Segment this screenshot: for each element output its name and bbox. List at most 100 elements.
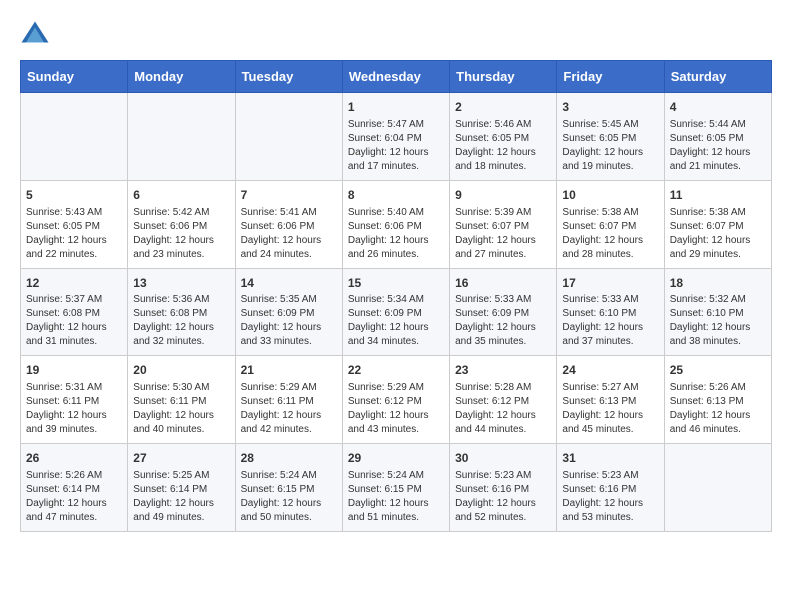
weekday-header-saturday: Saturday — [664, 61, 771, 93]
day-number: 1 — [348, 99, 444, 116]
calendar-cell: 30 Sunrise: 5:23 AM Sunset: 6:16 PM Dayli… — [450, 444, 557, 532]
day-number: 14 — [241, 275, 337, 292]
day-info: Sunrise: 5:45 AM Sunset: 6:05 PM Dayligh… — [562, 118, 658, 174]
day-info: Sunrise: 5:26 AM Sunset: 6:14 PM Dayligh… — [26, 469, 122, 525]
day-info: Sunrise: 5:30 AM Sunset: 6:11 PM Dayligh… — [133, 381, 229, 437]
day-info: Sunrise: 5:41 AM Sunset: 6:06 PM Dayligh… — [241, 206, 337, 262]
day-info: Sunrise: 5:44 AM Sunset: 6:05 PM Dayligh… — [670, 118, 766, 174]
calendar-cell: 6 Sunrise: 5:42 AM Sunset: 6:06 PM Daylig… — [128, 180, 235, 268]
day-info: Sunrise: 5:28 AM Sunset: 6:12 PM Dayligh… — [455, 381, 551, 437]
day-info: Sunrise: 5:31 AM Sunset: 6:11 PM Dayligh… — [26, 381, 122, 437]
day-info: Sunrise: 5:24 AM Sunset: 6:15 PM Dayligh… — [348, 469, 444, 525]
day-number: 3 — [562, 99, 658, 116]
day-info: Sunrise: 5:29 AM Sunset: 6:11 PM Dayligh… — [241, 381, 337, 437]
day-info: Sunrise: 5:47 AM Sunset: 6:04 PM Dayligh… — [348, 118, 444, 174]
day-info: Sunrise: 5:29 AM Sunset: 6:12 PM Dayligh… — [348, 381, 444, 437]
day-number: 8 — [348, 187, 444, 204]
day-number: 30 — [455, 450, 551, 467]
day-info: Sunrise: 5:33 AM Sunset: 6:09 PM Dayligh… — [455, 293, 551, 349]
calendar-cell — [664, 444, 771, 532]
day-number: 20 — [133, 362, 229, 379]
calendar-cell: 12Sunrise: 5:37 AM Sunset: 6:08 PM Dayli… — [21, 268, 128, 356]
day-info: Sunrise: 5:38 AM Sunset: 6:07 PM Dayligh… — [562, 206, 658, 262]
calendar-cell: 23 Sunrise: 5:28 AM Sunset: 6:12 PM Dayli… — [450, 356, 557, 444]
calendar-cell: 3 Sunrise: 5:45 AM Sunset: 6:05 PM Daylig… — [557, 93, 664, 181]
calendar-cell — [235, 93, 342, 181]
calendar-cell: 13Sunrise: 5:36 AM Sunset: 6:08 PM Dayli… — [128, 268, 235, 356]
day-number: 23 — [455, 362, 551, 379]
weekday-header-sunday: Sunday — [21, 61, 128, 93]
calendar-week-row: 19 Sunrise: 5:31 AM Sunset: 6:11 PM Dayli… — [21, 356, 772, 444]
day-info: Sunrise: 5:23 AM Sunset: 6:16 PM Dayligh… — [455, 469, 551, 525]
day-number: 13 — [133, 275, 229, 292]
calendar-week-row: 5 Sunrise: 5:43 AM Sunset: 6:05 PM Daylig… — [21, 180, 772, 268]
weekday-header-thursday: Thursday — [450, 61, 557, 93]
calendar-cell: 11Sunrise: 5:38 AM Sunset: 6:07 PM Dayli… — [664, 180, 771, 268]
day-number: 18 — [670, 275, 766, 292]
day-number: 22 — [348, 362, 444, 379]
day-info: Sunrise: 5:35 AM Sunset: 6:09 PM Dayligh… — [241, 293, 337, 349]
calendar-cell: 31 Sunrise: 5:23 AM Sunset: 6:16 PM Dayli… — [557, 444, 664, 532]
day-info: Sunrise: 5:25 AM Sunset: 6:14 PM Dayligh… — [133, 469, 229, 525]
day-info: Sunrise: 5:33 AM Sunset: 6:10 PM Dayligh… — [562, 293, 658, 349]
calendar-cell: 24Sunrise: 5:27 AM Sunset: 6:13 PM Dayli… — [557, 356, 664, 444]
calendar-week-row: 1 Sunrise: 5:47 AM Sunset: 6:04 PM Daylig… — [21, 93, 772, 181]
calendar-table: SundayMondayTuesdayWednesdayThursdayFrid… — [20, 60, 772, 532]
day-info: Sunrise: 5:39 AM Sunset: 6:07 PM Dayligh… — [455, 206, 551, 262]
calendar-cell: 27 Sunrise: 5:25 AM Sunset: 6:14 PM Dayli… — [128, 444, 235, 532]
calendar-cell: 22 Sunrise: 5:29 AM Sunset: 6:12 PM Dayli… — [342, 356, 449, 444]
calendar-cell: 14Sunrise: 5:35 AM Sunset: 6:09 PM Dayli… — [235, 268, 342, 356]
calendar-cell: 26Sunrise: 5:26 AM Sunset: 6:14 PM Dayli… — [21, 444, 128, 532]
calendar-cell — [21, 93, 128, 181]
logo — [20, 20, 54, 50]
weekday-header-friday: Friday — [557, 61, 664, 93]
day-number: 29 — [348, 450, 444, 467]
calendar-cell: 1 Sunrise: 5:47 AM Sunset: 6:04 PM Daylig… — [342, 93, 449, 181]
calendar-cell — [128, 93, 235, 181]
day-info: Sunrise: 5:38 AM Sunset: 6:07 PM Dayligh… — [670, 206, 766, 262]
day-info: Sunrise: 5:32 AM Sunset: 6:10 PM Dayligh… — [670, 293, 766, 349]
day-number: 16 — [455, 275, 551, 292]
calendar-cell: 10 Sunrise: 5:38 AM Sunset: 6:07 PM Dayli… — [557, 180, 664, 268]
calendar-cell: 2 Sunrise: 5:46 AM Sunset: 6:05 PM Daylig… — [450, 93, 557, 181]
day-info: Sunrise: 5:23 AM Sunset: 6:16 PM Dayligh… — [562, 469, 658, 525]
day-info: Sunrise: 5:46 AM Sunset: 6:05 PM Dayligh… — [455, 118, 551, 174]
calendar-cell: 29 Sunrise: 5:24 AM Sunset: 6:15 PM Dayli… — [342, 444, 449, 532]
day-info: Sunrise: 5:43 AM Sunset: 6:05 PM Dayligh… — [26, 206, 122, 262]
calendar-cell: 9 Sunrise: 5:39 AM Sunset: 6:07 PM Daylig… — [450, 180, 557, 268]
calendar-cell: 21 Sunrise: 5:29 AM Sunset: 6:11 PM Dayli… — [235, 356, 342, 444]
day-info: Sunrise: 5:36 AM Sunset: 6:08 PM Dayligh… — [133, 293, 229, 349]
weekday-header-tuesday: Tuesday — [235, 61, 342, 93]
day-number: 12 — [26, 275, 122, 292]
day-number: 6 — [133, 187, 229, 204]
calendar-cell: 5 Sunrise: 5:43 AM Sunset: 6:05 PM Daylig… — [21, 180, 128, 268]
day-info: Sunrise: 5:27 AM Sunset: 6:13 PM Dayligh… — [562, 381, 658, 437]
calendar-cell: 16Sunrise: 5:33 AM Sunset: 6:09 PM Dayli… — [450, 268, 557, 356]
weekday-header-wednesday: Wednesday — [342, 61, 449, 93]
day-number: 2 — [455, 99, 551, 116]
calendar-cell: 20 Sunrise: 5:30 AM Sunset: 6:11 PM Dayli… — [128, 356, 235, 444]
day-number: 31 — [562, 450, 658, 467]
day-number: 19 — [26, 362, 122, 379]
day-info: Sunrise: 5:24 AM Sunset: 6:15 PM Dayligh… — [241, 469, 337, 525]
day-info: Sunrise: 5:40 AM Sunset: 6:06 PM Dayligh… — [348, 206, 444, 262]
calendar-cell: 15Sunrise: 5:34 AM Sunset: 6:09 PM Dayli… — [342, 268, 449, 356]
calendar-week-row: 26Sunrise: 5:26 AM Sunset: 6:14 PM Dayli… — [21, 444, 772, 532]
day-number: 25 — [670, 362, 766, 379]
day-number: 7 — [241, 187, 337, 204]
day-number: 5 — [26, 187, 122, 204]
day-number: 9 — [455, 187, 551, 204]
calendar-week-row: 12Sunrise: 5:37 AM Sunset: 6:08 PM Dayli… — [21, 268, 772, 356]
logo-icon — [20, 20, 50, 50]
day-number: 4 — [670, 99, 766, 116]
calendar-cell: 25 Sunrise: 5:26 AM Sunset: 6:13 PM Dayli… — [664, 356, 771, 444]
calendar-cell: 8 Sunrise: 5:40 AM Sunset: 6:06 PM Daylig… — [342, 180, 449, 268]
day-info: Sunrise: 5:26 AM Sunset: 6:13 PM Dayligh… — [670, 381, 766, 437]
day-number: 21 — [241, 362, 337, 379]
day-number: 10 — [562, 187, 658, 204]
day-number: 28 — [241, 450, 337, 467]
day-number: 27 — [133, 450, 229, 467]
weekday-header-monday: Monday — [128, 61, 235, 93]
day-info: Sunrise: 5:42 AM Sunset: 6:06 PM Dayligh… — [133, 206, 229, 262]
calendar-cell: 18Sunrise: 5:32 AM Sunset: 6:10 PM Dayli… — [664, 268, 771, 356]
